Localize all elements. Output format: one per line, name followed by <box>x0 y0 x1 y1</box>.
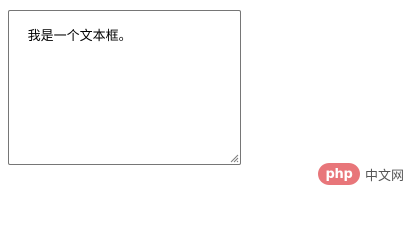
text-area[interactable]: 我是一个文本框。 <box>8 10 241 165</box>
chinese-site-label: 中文网 <box>365 168 405 184</box>
resize-grip-icon[interactable] <box>230 154 239 163</box>
php-logo-text: php <box>325 166 353 182</box>
site-watermark: php 中文网 <box>318 163 404 185</box>
text-area-value: 我是一个文本框。 <box>27 29 132 44</box>
php-logo: php <box>318 163 360 185</box>
